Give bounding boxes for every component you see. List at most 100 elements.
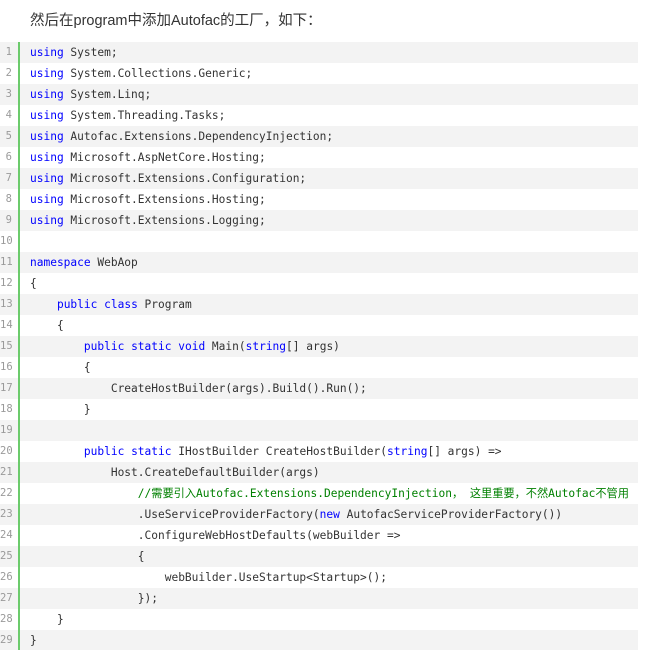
line-number-gutter: 12 xyxy=(0,273,20,294)
code-token: Microsoft.Extensions.Configuration; xyxy=(63,172,307,185)
line-number: 13 xyxy=(0,298,13,310)
line-number-gutter: 11 xyxy=(0,252,20,273)
code-line: 13 public class Program xyxy=(0,294,638,315)
code-line: 15 public static void Main(string[] args… xyxy=(0,336,638,357)
line-number-gutter: 23 xyxy=(0,504,20,525)
code-line: 2 using System.Collections.Generic; xyxy=(0,63,638,84)
code-keyword: static xyxy=(131,340,172,353)
code-token: .ConfigureWebHostDefaults(webBuilder => xyxy=(137,529,401,542)
line-number: 6 xyxy=(5,151,12,163)
code-line: 4 using System.Threading.Tasks; xyxy=(0,105,638,126)
line-number-gutter: 20 xyxy=(0,441,20,462)
line-number-gutter: 2 xyxy=(0,63,20,84)
line-number-gutter: 22 xyxy=(0,483,20,504)
code-line: 27 }); xyxy=(0,588,638,609)
code-token: { xyxy=(137,550,145,563)
line-number: 9 xyxy=(5,214,12,226)
line-number: 11 xyxy=(0,256,13,268)
code-keyword: public xyxy=(83,340,125,353)
code-line: 3 using System.Linq; xyxy=(0,84,638,105)
line-number-gutter: 17 xyxy=(0,378,20,399)
line-number-gutter: 6 xyxy=(0,147,20,168)
line-number-gutter: 28 xyxy=(0,609,20,630)
line-number-gutter: 27 xyxy=(0,588,20,609)
line-number: 29 xyxy=(0,634,13,646)
code-token: { xyxy=(30,277,37,290)
code-keyword: using xyxy=(30,172,64,185)
line-number-gutter: 14 xyxy=(0,315,20,336)
code-token: [] args) => xyxy=(427,445,502,458)
line-number: 27 xyxy=(0,592,13,604)
code-keyword: using xyxy=(30,193,64,206)
line-number-gutter: 8 xyxy=(0,189,20,210)
code-line: 7 using Microsoft.Extensions.Configuratio… xyxy=(0,168,638,189)
code-token: Microsoft.AspNetCore.Hosting; xyxy=(63,151,266,164)
code-text: .UseServiceProviderFactory(new AutofacSe… xyxy=(20,504,562,525)
code-keyword: using xyxy=(30,214,64,227)
code-line: 11 namespace WebAop xyxy=(0,252,638,273)
code-keyword: namespace xyxy=(30,256,91,269)
code-text: namespace WebAop xyxy=(20,252,138,273)
code-token: [] args) xyxy=(286,340,340,353)
code-comment: //需要引入Autofac.Extensions.DependencyInjec… xyxy=(137,487,629,500)
code-keyword: static xyxy=(131,445,172,458)
line-number: 12 xyxy=(0,277,13,289)
code-text: { xyxy=(20,546,145,567)
code-text: public static void Main(string[] args) xyxy=(20,336,340,357)
line-number: 14 xyxy=(0,319,13,331)
line-number: 16 xyxy=(0,361,13,373)
code-text: using Microsoft.Extensions.Hosting; xyxy=(20,189,266,210)
code-token: WebAop xyxy=(90,256,138,269)
code-line: 25 { xyxy=(0,546,638,567)
code-text: }); xyxy=(20,588,158,609)
line-number: 10 xyxy=(0,235,13,247)
code-line: 29} xyxy=(0,630,638,650)
code-token: AutofacServiceProviderFactory()) xyxy=(339,508,563,521)
code-line: 28 } xyxy=(0,609,638,630)
line-number-gutter: 13 xyxy=(0,294,20,315)
line-number-gutter: 5 xyxy=(0,126,20,147)
line-number: 19 xyxy=(0,424,13,436)
line-number-gutter: 21 xyxy=(0,462,20,483)
code-keyword: using xyxy=(30,67,64,80)
line-number-gutter: 7 xyxy=(0,168,20,189)
code-token: System.Linq; xyxy=(63,88,152,101)
line-number: 7 xyxy=(5,172,12,184)
code-keyword: using xyxy=(30,88,64,101)
line-number-gutter: 24 xyxy=(0,525,20,546)
line-number: 2 xyxy=(5,67,12,79)
code-token: webBuilder.UseStartup<Startup>(); xyxy=(164,571,387,584)
code-line: 24 .ConfigureWebHostDefaults(webBuilder … xyxy=(0,525,638,546)
code-text: } xyxy=(20,609,64,630)
code-line: 26 webBuilder.UseStartup<Startup>(); xyxy=(0,567,638,588)
line-number-gutter: 26 xyxy=(0,567,20,588)
line-number: 25 xyxy=(0,550,13,562)
line-number: 17 xyxy=(0,382,13,394)
code-keyword: using xyxy=(30,46,64,59)
code-keyword: string xyxy=(245,340,287,353)
code-line: 22 //需要引入Autofac.Extensions.DependencyIn… xyxy=(0,483,638,504)
code-text: } xyxy=(20,399,91,420)
line-number: 24 xyxy=(0,529,13,541)
code-text: .ConfigureWebHostDefaults(webBuilder => xyxy=(20,525,401,546)
line-number: 8 xyxy=(5,193,12,205)
code-text: webBuilder.UseStartup<Startup>(); xyxy=(20,567,387,588)
code-text: using Microsoft.Extensions.Configuration… xyxy=(20,168,306,189)
line-number-gutter: 3 xyxy=(0,84,20,105)
code-line: 17 CreateHostBuilder(args).Build().Run()… xyxy=(0,378,638,399)
line-number: 3 xyxy=(5,88,12,100)
code-line: 23 .UseServiceProviderFactory(new Autofa… xyxy=(0,504,638,525)
code-text: Host.CreateDefaultBuilder(args) xyxy=(20,462,320,483)
line-number: 4 xyxy=(5,109,12,121)
